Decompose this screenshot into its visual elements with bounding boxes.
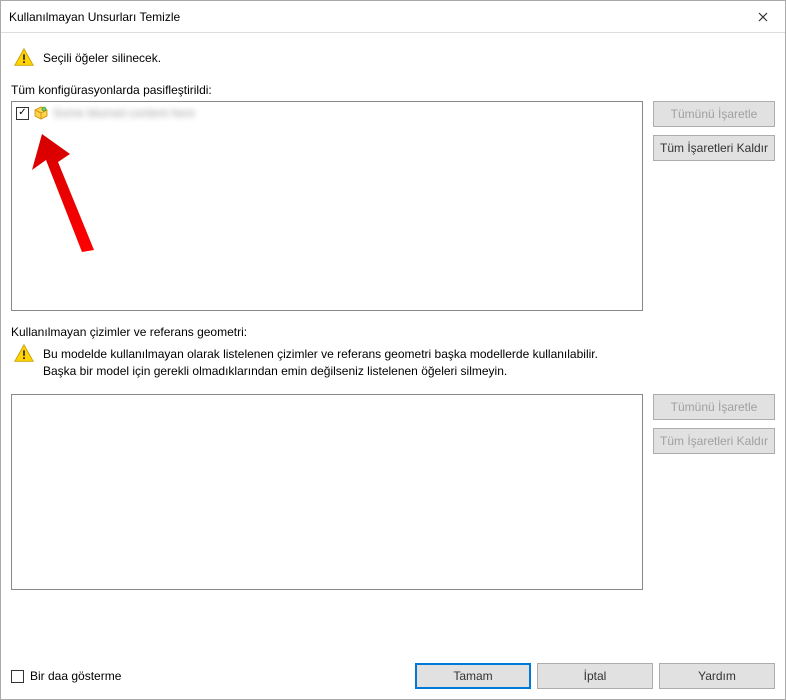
dont-show-checkbox[interactable]	[11, 670, 24, 683]
window-title: Kullanılmayan Unsurları Temizle	[9, 10, 180, 24]
list-item[interactable]: ✓ Some blurred content here	[12, 102, 642, 124]
footer-buttons: Tamam İptal Yardım	[415, 663, 775, 689]
section1-label: Tüm konfigürasyonlarda pasifleştirildi:	[11, 83, 775, 97]
section2-buttons: Tümünü İşaretle Tüm İşaretleri Kaldır	[653, 394, 775, 590]
feature-icon	[33, 105, 49, 121]
suppressed-features-list[interactable]: ✓ Some blurred content here	[11, 101, 643, 311]
annotation-arrow-icon	[22, 132, 112, 262]
warning-icon	[13, 47, 35, 69]
warning-top-row: Seçili öğeler silinecek.	[13, 47, 775, 69]
select-all-button-1[interactable]: Tümünü İşaretle	[653, 101, 775, 127]
close-icon	[758, 12, 768, 22]
cancel-button[interactable]: İptal	[537, 663, 653, 689]
item-label: Some blurred content here	[53, 106, 195, 120]
section2: Kullanılmayan çizimler ve referans geome…	[11, 319, 775, 388]
warning-ref-line1: Bu modelde kullanılmayan olarak listelen…	[43, 346, 598, 363]
select-all-button-2[interactable]: Tümünü İşaretle	[653, 394, 775, 420]
dont-show-again[interactable]: Bir daa gösterme	[11, 669, 121, 683]
titlebar: Kullanılmayan Unsurları Temizle	[1, 1, 785, 33]
unused-sketches-list[interactable]	[11, 394, 643, 590]
item-checkbox[interactable]: ✓	[16, 107, 29, 120]
dialog-content: Seçili öğeler silinecek. Tüm konfigürasy…	[1, 33, 785, 653]
help-button[interactable]: Yardım	[659, 663, 775, 689]
footer-bar: Bir daa gösterme Tamam İptal Yardım	[1, 653, 785, 699]
ok-button[interactable]: Tamam	[415, 663, 531, 689]
dialog-window: Kullanılmayan Unsurları Temizle Seçili ö…	[0, 0, 786, 700]
section1-buttons: Tümünü İşaretle Tüm İşaretleri Kaldır	[653, 101, 775, 311]
close-button[interactable]	[740, 2, 785, 32]
deselect-all-button-2[interactable]: Tüm İşaretleri Kaldır	[653, 428, 775, 454]
warning-icon	[13, 343, 35, 365]
section2-label: Kullanılmayan çizimler ve referans geome…	[11, 325, 775, 339]
warning-top-text: Seçili öğeler silinecek.	[43, 47, 161, 67]
dont-show-label: Bir daa gösterme	[30, 669, 121, 683]
warning-ref-text: Bu modelde kullanılmayan olarak listelen…	[43, 343, 598, 380]
deselect-all-button-1[interactable]: Tüm İşaretleri Kaldır	[653, 135, 775, 161]
section1-row: ✓ Some blurred content here	[11, 101, 775, 311]
warning-ref-row: Bu modelde kullanılmayan olarak listelen…	[13, 343, 775, 380]
warning-ref-line2: Başka bir model için gerekli olmadıkları…	[43, 363, 598, 380]
section2-row: Tümünü İşaretle Tüm İşaretleri Kaldır	[11, 394, 775, 590]
